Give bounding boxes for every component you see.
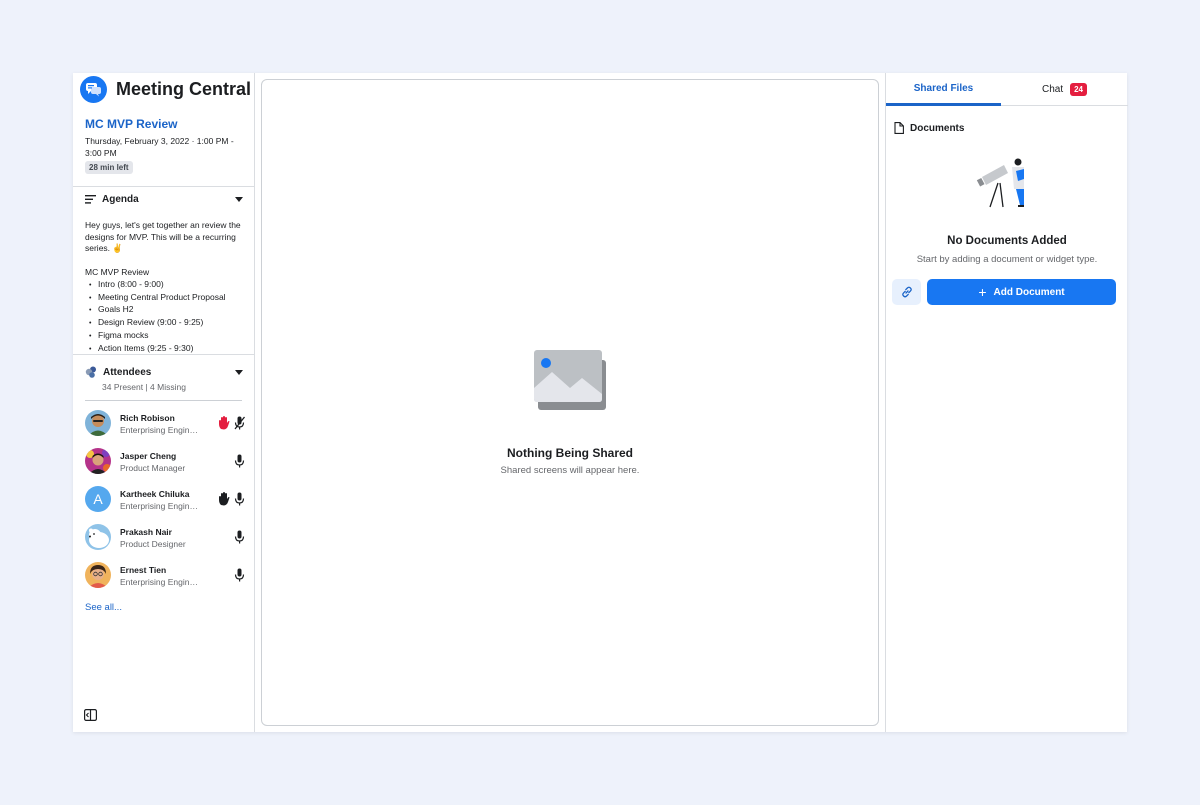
attendee-name: Ernest Tien — [120, 565, 167, 575]
list-item[interactable]: Prakash Nair Product Designer — [85, 524, 245, 552]
empty-documents-title: No Documents Added — [947, 235, 1067, 247]
unread-count-badge: 24 — [1070, 83, 1088, 96]
list-item[interactable]: Rich Robison Enterprising Engineer — [85, 410, 245, 438]
list-item: Goals H2 — [89, 304, 226, 317]
empty-stage-subtitle: Shared screens will appear here. — [500, 465, 640, 476]
empty-documents-subtitle: Start by adding a document or widget typ… — [916, 254, 1098, 265]
list-item: Design Review (9:00 - 9:25) — [89, 317, 226, 330]
list-item[interactable]: Jasper Cheng Product Manager — [85, 448, 245, 476]
tab-shared-files[interactable]: Shared Files — [886, 73, 1001, 106]
right-panel: Shared Files Chat 24 Documents No Docume… — [885, 73, 1128, 732]
meeting-title[interactable]: MC MVP Review — [85, 117, 177, 131]
attendee-name: Jasper Cheng — [120, 451, 177, 461]
empty-stage-title: Nothing Being Shared — [507, 446, 633, 460]
list-item: Intro (8:00 - 9:00) — [89, 279, 226, 292]
link-icon — [901, 286, 912, 298]
add-document-button[interactable]: + Add Document — [927, 279, 1116, 305]
time-left-badge: 28 min left — [85, 161, 133, 174]
agenda-list-title: MC MVP Review — [85, 267, 150, 277]
microphone-icon[interactable] — [234, 568, 245, 582]
tab-chat[interactable]: Chat 24 — [1001, 73, 1128, 106]
attendee-role: Enterprising Engineer — [120, 501, 200, 511]
list-item[interactable]: Ernest Tien Enterprising Engineer — [85, 562, 245, 590]
tab-label: Chat — [1041, 84, 1064, 95]
plus-icon: + — [978, 284, 987, 300]
attendees-header[interactable]: Attendees — [85, 366, 243, 378]
attendee-name: Kartheek Chiluka — [120, 489, 190, 499]
file-icon — [894, 122, 904, 134]
microphone-muted-icon[interactable] — [234, 416, 245, 430]
microphone-icon[interactable] — [234, 492, 245, 506]
chevron-down-icon[interactable] — [235, 197, 243, 202]
list-item: Figma mocks — [89, 330, 226, 343]
attendee-role: Product Designer — [120, 539, 186, 549]
attendee-role: Product Manager — [120, 463, 186, 473]
app-window: Meeting Central MC MVP Review Thursday, … — [73, 73, 1128, 732]
attendee-name: Rich Robison — [120, 413, 175, 423]
divider — [73, 186, 254, 187]
panel-tabs: Shared Files Chat 24 — [886, 73, 1128, 106]
avatar: A — [85, 486, 111, 512]
documents-header: Documents — [894, 122, 964, 134]
app-title: Meeting Central — [116, 79, 252, 99]
avatar — [85, 410, 111, 436]
agenda-header[interactable]: Agenda — [85, 194, 243, 205]
avatar — [85, 448, 111, 474]
sidebar-collapse-icon[interactable] — [84, 709, 97, 721]
sidebar: Meeting Central MC MVP Review Thursday, … — [73, 73, 255, 732]
avatar — [85, 562, 111, 588]
agenda-label: Agenda — [102, 194, 139, 205]
tab-label: Shared Files — [913, 82, 974, 94]
telescope-illustration-icon — [976, 158, 1024, 208]
add-document-label: Add Document — [993, 286, 1065, 298]
lines-icon — [85, 195, 96, 204]
avatar-initial: A — [93, 491, 103, 507]
agenda-list: Intro (8:00 - 9:00) Meeting Central Prod… — [89, 279, 226, 355]
see-all-link[interactable]: See all... — [85, 602, 122, 613]
attendee-role: Enterprising Engineer — [120, 577, 200, 587]
app-header: Meeting Central — [80, 76, 251, 103]
screen-share-stage: Nothing Being Shared Shared screens will… — [261, 79, 879, 726]
raised-hand-icon — [219, 416, 230, 430]
avatar — [85, 524, 111, 550]
divider — [85, 400, 242, 401]
microphone-icon[interactable] — [234, 530, 245, 544]
list-item[interactable]: A Kartheek Chiluka Enterprising Engineer — [85, 486, 245, 514]
add-link-button[interactable] — [892, 279, 921, 305]
meeting-date: Thursday, February 3, 2022 · 1:00 PM - 3… — [85, 136, 234, 158]
list-item: Meeting Central Product Proposal — [89, 292, 226, 305]
documents-label: Documents — [910, 122, 965, 134]
attendee-role: Enterprising Engineer — [120, 425, 200, 435]
chat-bubbles-icon — [80, 76, 107, 103]
microphone-icon[interactable] — [234, 454, 245, 468]
divider — [73, 354, 254, 355]
chevron-down-icon[interactable] — [235, 369, 243, 375]
attendee-name: Prakash Nair — [120, 527, 172, 537]
raised-hand-icon — [219, 492, 230, 506]
people-icon — [85, 366, 96, 378]
agenda-description: Hey guys, let's get together an review t… — [85, 220, 241, 253]
image-placeholder-icon — [534, 350, 606, 410]
attendees-summary: 34 Present | 4 Missing — [102, 382, 186, 392]
attendees-label: Attendees — [103, 366, 152, 378]
